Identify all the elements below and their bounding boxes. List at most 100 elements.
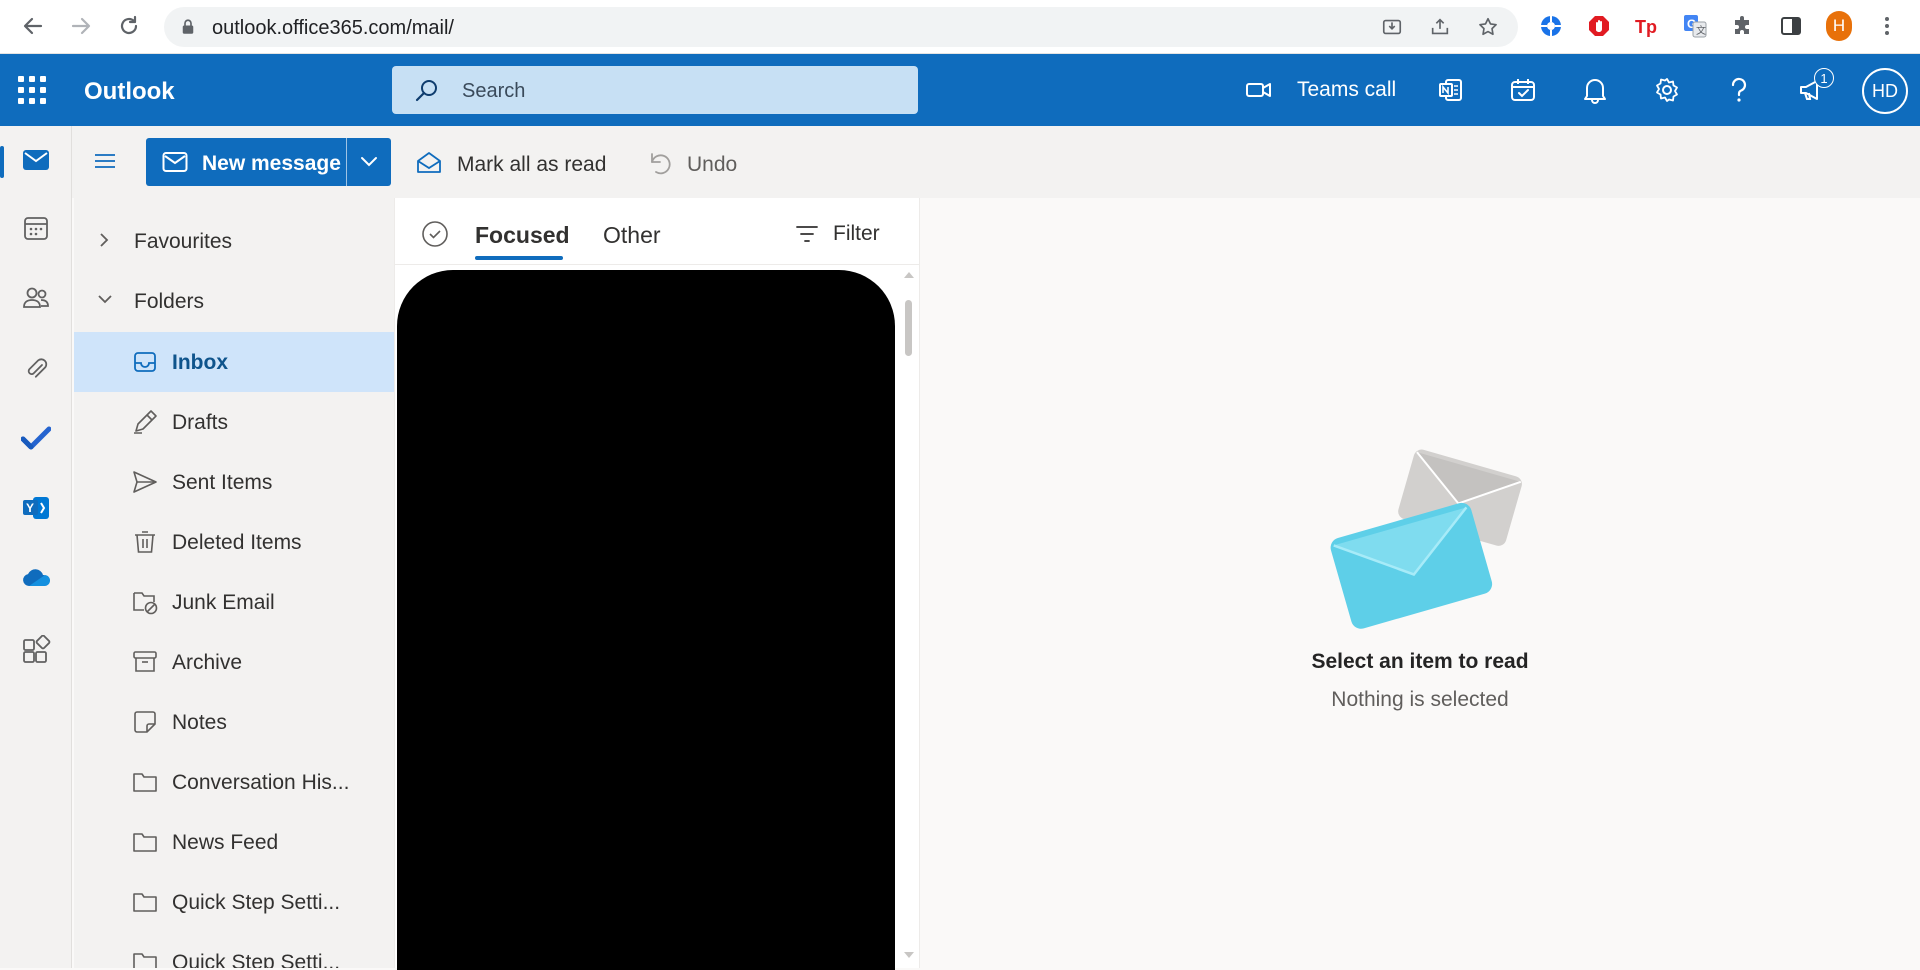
- rail-active-indicator: [0, 146, 4, 178]
- onenote-icon[interactable]: [1435, 74, 1467, 106]
- browser-toolbar: outlook.office365.com/mail/ Tp G文 H: [0, 0, 1920, 54]
- folder-label: Deleted Items: [172, 531, 302, 554]
- redacted-message-area[interactable]: [397, 270, 895, 970]
- empty-state-title: Select an item to read: [1311, 650, 1529, 673]
- envelope-icon: [162, 151, 188, 178]
- bell-icon[interactable]: [1579, 74, 1611, 106]
- extension-grid-icon[interactable]: [1538, 13, 1564, 39]
- back-icon[interactable]: [20, 13, 46, 39]
- search-icon: [414, 78, 440, 109]
- lock-icon[interactable]: [176, 15, 200, 39]
- new-message-button[interactable]: New message: [146, 138, 391, 186]
- address-bar[interactable]: outlook.office365.com/mail/: [164, 7, 1518, 47]
- rail-onedrive[interactable]: [0, 552, 72, 608]
- list-divider: [395, 264, 919, 265]
- filter-icon[interactable]: [795, 224, 819, 249]
- folder-label: Quick Step Setti...: [172, 951, 341, 968]
- folder-item-conversation-history[interactable]: Conversation His...: [74, 752, 394, 812]
- folder-item-quick-step-2[interactable]: Quick Step Setti...: [74, 932, 394, 968]
- puzzle-icon[interactable]: [1730, 13, 1756, 39]
- apps-icon: [21, 634, 51, 670]
- brand-title[interactable]: Outlook: [84, 78, 175, 106]
- rail-yammer[interactable]: Y: [0, 482, 72, 538]
- hamburger-icon[interactable]: [94, 152, 116, 175]
- split-divider: [346, 138, 347, 186]
- command-bar: New message Mark all as read Undo: [72, 126, 1920, 198]
- message-list-scrollbar[interactable]: [901, 272, 915, 964]
- undo-icon[interactable]: [646, 150, 672, 181]
- new-message-label: New message: [202, 152, 341, 175]
- search-box[interactable]: Search: [392, 66, 918, 114]
- install-icon[interactable]: [1380, 15, 1404, 39]
- folder-label: Drafts: [172, 411, 229, 434]
- folder-item-quick-step-1[interactable]: Quick Step Setti...: [74, 872, 394, 932]
- onedrive-cloud-icon: [21, 568, 51, 593]
- svg-text:文: 文: [1696, 24, 1706, 37]
- forward-icon[interactable]: [68, 13, 94, 39]
- adblock-icon[interactable]: [1586, 13, 1612, 39]
- rail-todo[interactable]: [0, 412, 72, 468]
- calendar-icon: [23, 215, 49, 246]
- send-icon: [132, 469, 158, 495]
- translate-icon[interactable]: G文: [1682, 13, 1708, 39]
- chevron-right-icon: [96, 231, 112, 254]
- teams-call-button[interactable]: Teams call: [1297, 78, 1396, 102]
- scroll-down-arrow-icon[interactable]: [904, 952, 914, 958]
- chevron-down-icon[interactable]: [358, 152, 380, 177]
- folders-header[interactable]: Folders: [74, 271, 394, 331]
- folder-item-drafts[interactable]: Drafts: [74, 392, 394, 452]
- folder-item-junk[interactable]: Junk Email: [74, 572, 394, 632]
- favourites-header[interactable]: Favourites: [74, 211, 394, 271]
- app-rail: Y: [0, 126, 72, 968]
- scroll-up-arrow-icon[interactable]: [904, 272, 914, 278]
- rail-mail[interactable]: [0, 134, 72, 190]
- filter-button[interactable]: Filter: [833, 222, 880, 246]
- rail-calendar[interactable]: [0, 202, 72, 258]
- gear-icon[interactable]: [1651, 74, 1683, 106]
- folder-item-deleted[interactable]: Deleted Items: [74, 512, 394, 572]
- star-icon[interactable]: [1476, 15, 1500, 39]
- open-envelope-icon[interactable]: [416, 151, 442, 180]
- todo-check-icon: [20, 425, 52, 456]
- junk-icon: [132, 589, 158, 615]
- folder-pane: Favourites Folders Inbox Drafts Sent Ite…: [74, 198, 394, 968]
- yammer-icon: Y: [21, 493, 51, 528]
- rail-files[interactable]: [0, 342, 72, 398]
- outlook-header: Outlook Search Teams call 1 HD: [0, 54, 1920, 126]
- rail-more-apps[interactable]: [0, 624, 72, 680]
- tab-focused[interactable]: Focused: [475, 222, 570, 249]
- folder-icon: [132, 769, 158, 795]
- mark-all-read-button[interactable]: Mark all as read: [457, 153, 606, 177]
- inbox-icon: [132, 349, 158, 375]
- select-all-check-icon[interactable]: [421, 220, 449, 253]
- sidepanel-icon[interactable]: [1778, 13, 1804, 39]
- folder-item-notes[interactable]: Notes: [74, 692, 394, 752]
- profile-initial: H: [1826, 11, 1852, 41]
- svg-text:Tp: Tp: [1635, 17, 1657, 37]
- tab-other[interactable]: Other: [603, 222, 661, 249]
- mail-icon: [22, 149, 50, 176]
- undo-button[interactable]: Undo: [687, 153, 737, 177]
- help-icon[interactable]: [1723, 74, 1755, 106]
- favourites-label: Favourites: [134, 230, 233, 253]
- folder-item-news-feed[interactable]: News Feed: [74, 812, 394, 872]
- notification-badge: 1: [1814, 68, 1834, 88]
- scroll-thumb[interactable]: [905, 300, 912, 356]
- folder-label: Notes: [172, 711, 227, 734]
- search-input[interactable]: Search: [462, 80, 525, 103]
- rail-people[interactable]: [0, 272, 72, 328]
- video-icon[interactable]: [1243, 74, 1275, 106]
- account-avatar[interactable]: HD: [1862, 68, 1908, 114]
- reload-icon[interactable]: [116, 13, 142, 39]
- folder-item-archive[interactable]: Archive: [74, 632, 394, 692]
- share-icon[interactable]: [1428, 15, 1452, 39]
- folder-item-sent[interactable]: Sent Items: [74, 452, 394, 512]
- kebab-menu-icon[interactable]: [1874, 13, 1900, 39]
- my-day-icon[interactable]: [1507, 74, 1539, 106]
- folders-label: Folders: [134, 290, 205, 313]
- folder-label: Inbox: [172, 351, 228, 374]
- profile-avatar[interactable]: H: [1826, 11, 1852, 41]
- app-launcher-icon[interactable]: [18, 76, 46, 104]
- tp-extension-icon[interactable]: Tp: [1634, 13, 1660, 39]
- folder-item-inbox[interactable]: Inbox: [74, 332, 394, 392]
